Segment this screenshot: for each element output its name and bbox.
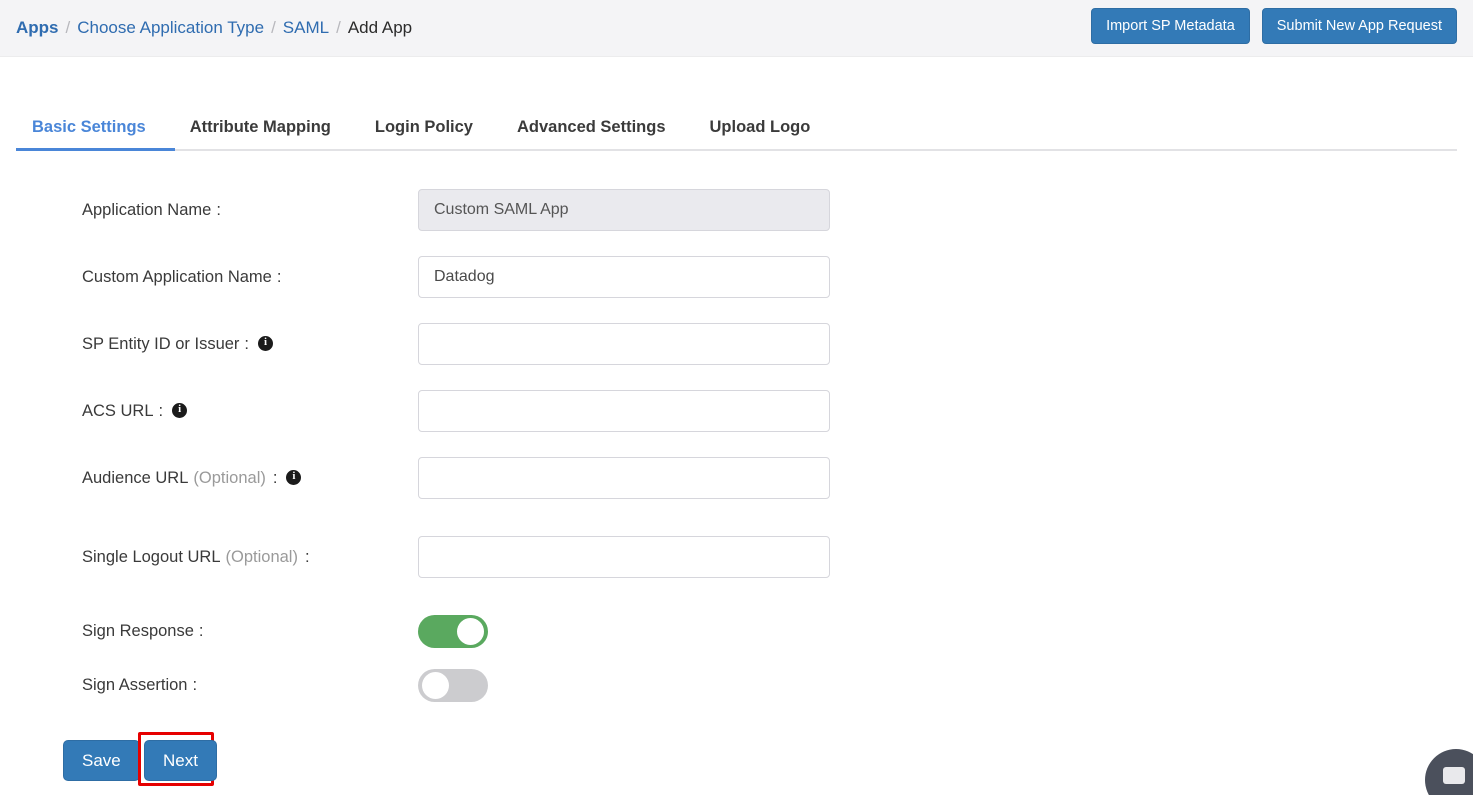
label-text: Application Name: [82, 201, 212, 219]
label-text: Sign Response: [82, 622, 194, 640]
field-custom-application-name: [418, 253, 830, 301]
tab-advanced-settings[interactable]: Advanced Settings: [495, 117, 688, 150]
label-text: SP Entity ID or Issuer: [82, 335, 240, 353]
breadcrumb-separator: /: [271, 18, 276, 37]
chat-bubble-icon: [1443, 767, 1465, 784]
tab-divider: [16, 149, 1457, 151]
toggle-knob: [422, 671, 449, 699]
label-sp-entity-id-or-issuer: SP Entity ID or Issuer: i: [82, 320, 274, 368]
page-root: Apps / Choose Application Type / SAML / Add Ap…: [0, 0, 1473, 795]
label-optional-tag: (Optional): [225, 548, 298, 566]
tab-upload-logo[interactable]: Upload Logo: [688, 117, 833, 150]
label-audience-url: Audience URL (Optional): i: [82, 454, 302, 502]
label-text: Audience URL: [82, 469, 189, 487]
form-row-application-name: Application Name:: [0, 186, 1473, 234]
tab-basic-settings[interactable]: Basic Settings: [16, 117, 168, 150]
label-text: Single Logout URL: [82, 548, 221, 566]
label-colon: :: [198, 622, 204, 640]
field-sp-entity-id-or-issuer: [418, 320, 830, 368]
form-row-sign-assertion: Sign Assertion:: [0, 661, 1473, 709]
label-colon: :: [276, 268, 282, 286]
form-footer: Save Next: [0, 732, 1473, 795]
header-actions: Import SP Metadata Submit New App Reques…: [1091, 8, 1457, 44]
input-sp-entity-id-or-issuer[interactable]: [418, 323, 830, 365]
label-single-logout-url: Single Logout URL (Optional):: [82, 533, 310, 581]
breadcrumb-item-add-app: Add App: [347, 18, 413, 37]
label-application-name: Application Name:: [82, 186, 221, 234]
tab-attribute-mapping[interactable]: Attribute Mapping: [168, 117, 353, 150]
form-row-sp-entity-id-or-issuer: SP Entity ID or Issuer: i: [0, 320, 1473, 368]
field-audience-url: [418, 454, 830, 502]
label-optional-tag: (Optional): [193, 469, 266, 487]
label-acs-url: ACS URL: i: [82, 387, 188, 435]
breadcrumb-separator: /: [336, 18, 341, 37]
input-custom-application-name[interactable]: [418, 256, 830, 298]
form-row-custom-application-name: Custom Application Name:: [0, 253, 1473, 301]
breadcrumb-item-saml[interactable]: SAML: [283, 18, 329, 37]
toggle-sign-assertion[interactable]: [418, 668, 488, 702]
label-text: ACS URL: [82, 402, 154, 420]
input-acs-url[interactable]: [418, 390, 830, 432]
input-single-logout-url[interactable]: [418, 536, 830, 578]
label-colon: :: [304, 548, 310, 566]
tab-bar: Basic Settings Attribute Mapping Login Pol…: [0, 100, 1473, 152]
label-sign-assertion: Sign Assertion:: [82, 661, 197, 709]
label-custom-application-name: Custom Application Name:: [82, 253, 281, 301]
toggle-knob: [457, 617, 484, 645]
breadcrumb-separator: /: [65, 18, 71, 37]
next-button[interactable]: Next: [144, 740, 217, 781]
import-sp-metadata-button[interactable]: Import SP Metadata: [1091, 8, 1250, 44]
field-application-name: [418, 186, 830, 234]
form-row-acs-url: ACS URL: i: [0, 387, 1473, 435]
top-header-bar: Apps / Choose Application Type / SAML / Add Ap…: [0, 0, 1473, 57]
field-acs-url: [418, 387, 830, 435]
submit-new-app-request-button[interactable]: Submit New App Request: [1261, 8, 1457, 44]
form-row-audience-url: Audience URL (Optional): i: [0, 454, 1473, 502]
label-colon: :: [158, 402, 164, 420]
input-application-name: [418, 189, 830, 231]
breadcrumb-item-apps[interactable]: Apps: [16, 18, 59, 37]
input-audience-url[interactable]: [418, 457, 830, 499]
label-text: Sign Assertion: [82, 676, 188, 694]
label-text: Custom Application Name: [82, 268, 272, 286]
info-icon[interactable]: i: [258, 335, 274, 351]
tab-login-policy[interactable]: Login Policy: [353, 117, 495, 150]
label-colon: :: [216, 201, 221, 219]
info-icon[interactable]: i: [172, 402, 188, 418]
form-row-sign-response: Sign Response:: [0, 607, 1473, 655]
info-icon[interactable]: i: [286, 469, 302, 485]
breadcrumb: Apps / Choose Application Type / SAML / Add Ap…: [16, 16, 412, 40]
label-colon: :: [192, 676, 198, 694]
label-sign-response: Sign Response:: [82, 607, 204, 655]
label-colon: :: [272, 469, 278, 487]
field-single-logout-url: [418, 533, 830, 581]
label-colon: :: [244, 335, 250, 353]
field-sign-assertion: [418, 661, 488, 709]
breadcrumb-item-choose-application-type[interactable]: Choose Application Type: [77, 18, 264, 37]
save-button[interactable]: Save: [63, 740, 140, 781]
active-tab-underline: [16, 148, 175, 151]
field-sign-response: [418, 607, 488, 655]
toggle-sign-response[interactable]: [418, 614, 488, 648]
form-row-single-logout-url: Single Logout URL (Optional):: [0, 533, 1473, 581]
